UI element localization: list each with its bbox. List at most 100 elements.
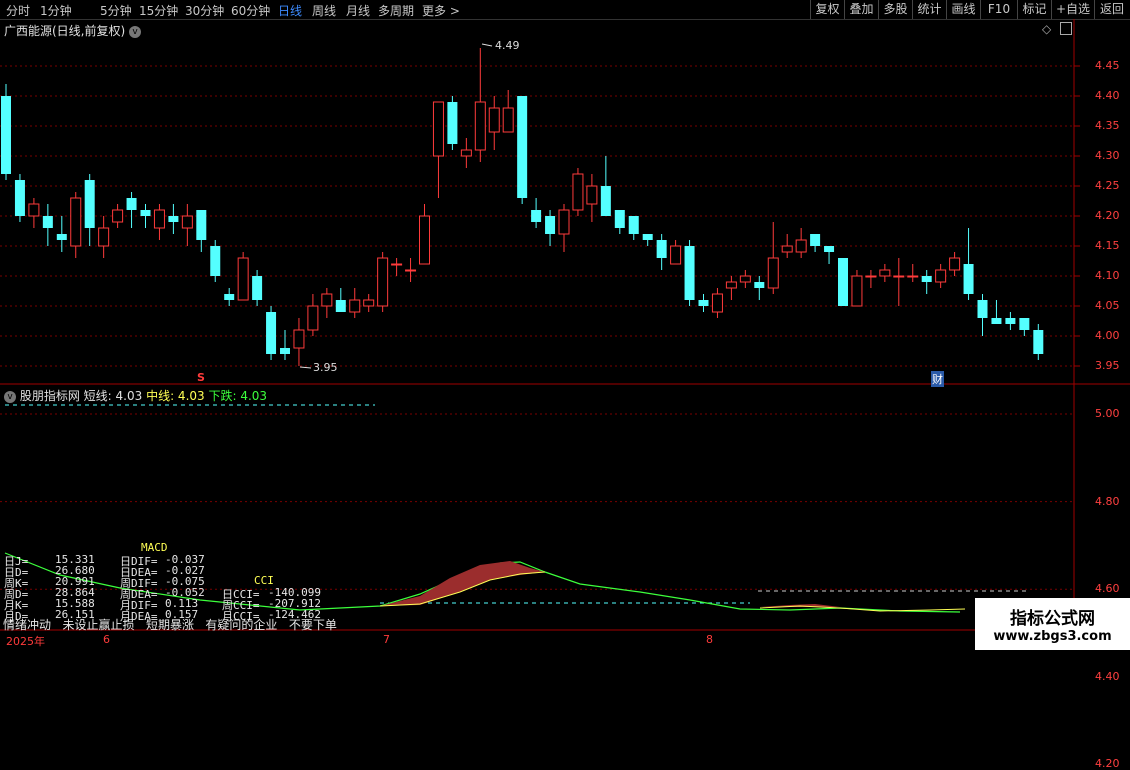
status-label: 有疑问的企业 bbox=[205, 618, 278, 632]
candle-body bbox=[1005, 318, 1016, 324]
candle-body bbox=[181, 215, 193, 229]
candle-body bbox=[531, 210, 542, 222]
candle-body bbox=[14, 180, 25, 216]
candle-body bbox=[1, 96, 11, 174]
candle-body bbox=[754, 282, 765, 288]
date-label-month: 8 bbox=[706, 633, 713, 646]
indicator-tick-label: 4.40 bbox=[1095, 669, 1120, 683]
price-tick-label: 4.15 bbox=[1095, 239, 1120, 252]
candle-body bbox=[824, 246, 835, 252]
candle-body bbox=[377, 257, 389, 307]
candle-body bbox=[810, 234, 821, 246]
status-label: 短期暴涨 bbox=[145, 618, 194, 632]
candle-body bbox=[210, 246, 221, 276]
candle-body bbox=[949, 257, 961, 271]
candle-body bbox=[963, 264, 974, 294]
candle-body bbox=[977, 300, 988, 318]
candle-body bbox=[502, 107, 514, 133]
candle-body bbox=[266, 312, 277, 354]
candle-body bbox=[432, 101, 444, 157]
indicator-tick-label: 4.60 bbox=[1095, 582, 1120, 596]
candle-body bbox=[698, 300, 709, 306]
candle-body bbox=[739, 275, 751, 283]
date-label-month: 7 bbox=[383, 633, 390, 646]
candle-body bbox=[56, 234, 67, 240]
candle-body bbox=[84, 180, 95, 228]
indicator-tick-label: 4.20 bbox=[1095, 757, 1120, 770]
candle-body bbox=[711, 293, 723, 313]
candle-body bbox=[851, 275, 863, 307]
candle-body bbox=[293, 329, 305, 349]
candle-body bbox=[307, 305, 319, 331]
date-label-month: 6 bbox=[103, 633, 110, 646]
candle-body bbox=[28, 203, 40, 217]
status-labels: 情绪冲动 未设止赢止损 短期暴涨 有疑问的企业 不要下单 bbox=[3, 616, 337, 633]
candle-body bbox=[921, 276, 932, 282]
candle-body bbox=[767, 257, 779, 289]
candle-body bbox=[586, 185, 598, 205]
candle-body bbox=[838, 258, 848, 306]
high-price-label: 4.49 bbox=[495, 39, 520, 52]
finance-marker[interactable]: 财 bbox=[931, 371, 944, 387]
status-label: 未设止赢止损 bbox=[62, 618, 135, 632]
candle-body bbox=[363, 299, 375, 307]
candle-body bbox=[70, 197, 82, 247]
price-tick-label: 4.25 bbox=[1095, 179, 1120, 192]
candle-body bbox=[224, 294, 235, 300]
candle-body bbox=[1033, 330, 1044, 354]
indicator-down: 下跌: 4.03 bbox=[208, 389, 268, 403]
price-tick-label: 4.00 bbox=[1095, 329, 1120, 342]
candle-body bbox=[1019, 318, 1030, 330]
candle-body bbox=[447, 102, 458, 144]
candle-body bbox=[656, 240, 667, 258]
candle-body bbox=[600, 186, 611, 216]
indicator-tick-label: 4.80 bbox=[1095, 494, 1120, 508]
watermark-logo: 指标公式网 www.zbgs3.com bbox=[975, 598, 1130, 650]
candle-body bbox=[349, 299, 361, 313]
candle-body bbox=[168, 216, 179, 222]
low-arrow bbox=[299, 366, 312, 369]
price-tick-label: 4.45 bbox=[1095, 59, 1120, 72]
price-tick-label: 4.40 bbox=[1095, 89, 1120, 102]
watermark-url: www.zbgs3.com bbox=[993, 629, 1112, 644]
candle-body bbox=[391, 263, 403, 266]
indicator-mid: 中线: 4.03 bbox=[146, 389, 205, 403]
watermark-title: 指标公式网 bbox=[1010, 609, 1095, 629]
price-tick-label: 4.35 bbox=[1095, 119, 1120, 132]
candle-body bbox=[628, 216, 639, 234]
candle-body bbox=[321, 293, 333, 307]
candle-body bbox=[879, 269, 891, 277]
candle-body bbox=[405, 269, 417, 272]
candle-body bbox=[614, 210, 625, 228]
candle-body bbox=[126, 198, 137, 210]
candle-body bbox=[237, 257, 249, 301]
candle-body bbox=[488, 107, 500, 133]
candle-body bbox=[865, 275, 877, 278]
candle-body bbox=[558, 209, 570, 235]
chevron-down-icon[interactable]: v bbox=[4, 390, 16, 403]
status-label: 不要下单 bbox=[288, 618, 337, 632]
candle-body bbox=[335, 300, 346, 312]
candle-body bbox=[42, 216, 53, 228]
candle-body bbox=[153, 209, 165, 229]
candle-body bbox=[684, 246, 695, 300]
candle-body bbox=[98, 227, 110, 247]
candle-body bbox=[907, 275, 919, 278]
candle-body bbox=[419, 215, 430, 265]
sell-marker: S bbox=[197, 371, 205, 384]
candle-body bbox=[517, 96, 528, 198]
status-label: 情绪冲动 bbox=[3, 618, 52, 632]
price-tick-label: 4.30 bbox=[1095, 149, 1120, 162]
candle-body bbox=[725, 281, 737, 289]
candle-body bbox=[893, 275, 905, 278]
candle-body bbox=[991, 318, 1002, 324]
candle-body bbox=[196, 210, 207, 240]
indicator-short: 短线: 4.03 bbox=[83, 389, 143, 403]
candle-body bbox=[642, 234, 653, 240]
price-tick-label: 4.10 bbox=[1095, 269, 1120, 282]
candle-body bbox=[781, 245, 793, 253]
candle-body bbox=[572, 173, 584, 211]
candle-body bbox=[670, 245, 682, 265]
candle-body bbox=[545, 216, 556, 234]
indicator-tick-label: 5.00 bbox=[1095, 407, 1120, 420]
